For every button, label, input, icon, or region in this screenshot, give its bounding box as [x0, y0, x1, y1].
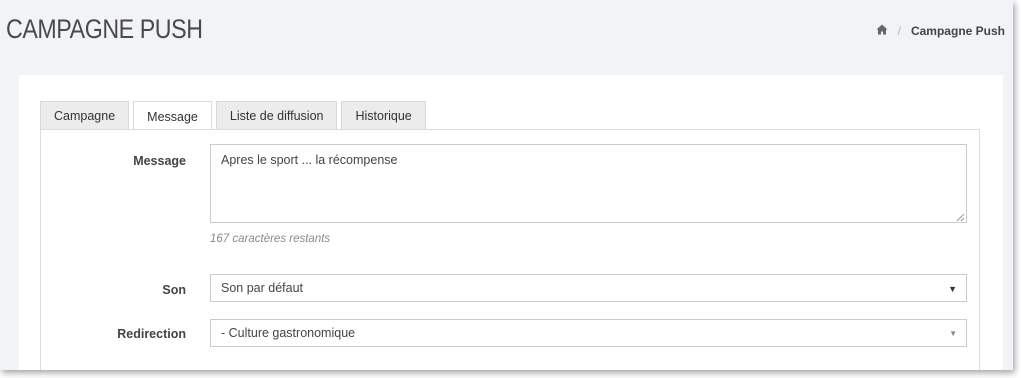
- breadcrumb-current: Campagne Push: [910, 24, 1005, 38]
- page-title: CAMPAGNE PUSH: [6, 14, 203, 44]
- tab-liste-de-diffusion[interactable]: Liste de diffusion: [215, 101, 338, 130]
- breadcrumb: / Campagne Push: [876, 24, 1005, 38]
- app-frame: CAMPAGNE PUSH / Campagne Push Campagne M…: [0, 0, 1013, 370]
- chevron-down-icon: ▼: [948, 284, 957, 294]
- tab-bar: Campagne Message Liste de diffusion Hist…: [40, 101, 430, 131]
- tab-content-message: Message Apres le sport ... la récompense…: [40, 129, 980, 370]
- characters-remaining: 167 caractères restants: [210, 233, 331, 245]
- redirection-label: Redirection: [117, 327, 186, 341]
- tab-historique[interactable]: Historique: [341, 101, 426, 130]
- message-textarea[interactable]: Apres le sport ... la récompense: [210, 144, 967, 223]
- home-icon[interactable]: [876, 24, 888, 38]
- breadcrumb-separator: /: [897, 24, 901, 38]
- message-label: Message: [133, 154, 186, 168]
- chevron-down-icon: ▼: [949, 329, 957, 338]
- redirection-selected-value: - Culture gastronomique: [221, 326, 356, 340]
- son-select[interactable]: Son par défaut ▼: [210, 274, 967, 302]
- resize-grip-icon[interactable]: [956, 213, 965, 222]
- son-label: Son: [162, 283, 186, 297]
- son-selected-value: Son par défaut: [221, 281, 304, 295]
- tab-campagne[interactable]: Campagne: [40, 101, 130, 130]
- redirection-select[interactable]: - Culture gastronomique ▼: [210, 319, 967, 347]
- tab-message[interactable]: Message: [133, 101, 212, 131]
- content-panel: Campagne Message Liste de diffusion Hist…: [19, 75, 1003, 370]
